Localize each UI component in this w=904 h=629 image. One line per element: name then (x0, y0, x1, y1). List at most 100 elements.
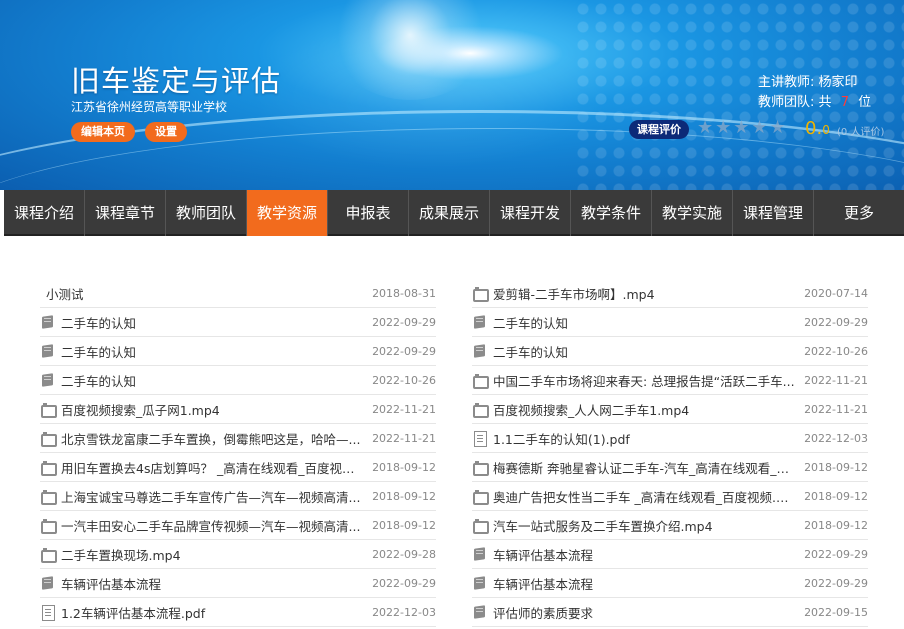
resource-row[interactable]: 一汽丰田安心二手车品牌宣传视频—汽车—视频高清... 2018-09-12 (40, 511, 436, 540)
resource-title[interactable]: 北京雪铁龙富康二手车置换，倒霉熊吧这是，哈哈—... (61, 429, 372, 448)
resource-row[interactable]: 汽车一站式服务及二手车置换介绍.mp4 2018-09-12 (472, 511, 868, 540)
resource-title[interactable]: 汽车一站式服务及二手车置换介绍.mp4 (493, 516, 804, 535)
resource-title[interactable]: 爱剪辑-二手车市场啊】.mp4 (493, 284, 804, 303)
video-camera-icon (472, 372, 489, 389)
resource-title[interactable]: 梅赛德斯 奔驰星睿认证二手车-汽车_高清在线观看_百... (493, 458, 804, 477)
resource-date: 2018-09-12 (372, 460, 436, 474)
resource-title[interactable]: 中国二手车市场将迎来春天: 总理报告提“活跃二手车... (493, 371, 804, 390)
course-rating-button[interactable]: 课程评价 (629, 120, 689, 139)
course-banner: 旧车鉴定与评估 江苏省徐州经贸高等职业学校 编辑本页 设置 主讲教师: 杨家印 … (0, 0, 904, 190)
book-icon (40, 314, 56, 330)
resource-title[interactable]: 车辆评估基本流程 (61, 574, 372, 593)
nav-achievements[interactable]: 成果展示 (409, 190, 490, 236)
resource-title[interactable]: 百度视频搜索_瓜子网1.mp4 (61, 400, 372, 419)
resource-row[interactable]: 二手车置换现场.mp4 2022-09-28 (40, 540, 436, 569)
video-camera-icon (40, 488, 57, 505)
resource-row[interactable]: 车辆评估基本流程 2022-09-29 (472, 540, 868, 569)
resource-row[interactable]: 用旧车置换去4s店划算吗？ _高清在线观看_百度视频... 2018-09-12 (40, 453, 436, 482)
resource-date: 2022-11-21 (804, 373, 868, 387)
nav-application-form[interactable]: 申报表 (328, 190, 409, 236)
teacher-team-line: 教师团队: 共 7 位 (758, 93, 871, 113)
nav-course-intro[interactable]: 课程介绍 (4, 190, 85, 236)
resource-row[interactable]: 二手车的认知 2022-09-29 (40, 337, 436, 366)
nav-course-chapters[interactable]: 课程章节 (85, 190, 166, 236)
rater-count: (0 人评价) (837, 127, 885, 138)
resource-row[interactable]: 百度视频搜索_瓜子网1.mp4 2022-11-21 (40, 395, 436, 424)
video-camera-icon (472, 285, 489, 302)
nav-course-development[interactable]: 课程开发 (490, 190, 571, 236)
resource-title[interactable]: 二手车的认知 (493, 342, 804, 361)
nav-teaching-implementation[interactable]: 教学实施 (652, 190, 733, 236)
resource-title[interactable]: 1.1二手车的认知(1).pdf (493, 429, 804, 448)
resource-title[interactable]: 1.2车辆评估基本流程.pdf (61, 603, 372, 622)
edit-page-button[interactable]: 编辑本页 (71, 122, 135, 142)
resource-row[interactable]: 上海宝诚宝马尊选二手车宣传广告—汽车—视频高清... 2018-09-12 (40, 482, 436, 511)
resource-row[interactable]: 百度视频搜索_人人网二手车1.mp4 2022-11-21 (472, 395, 868, 424)
lead-teacher-name[interactable]: 杨家印 (819, 75, 858, 90)
resource-row[interactable]: 二手车的认知 2022-09-29 (472, 308, 868, 337)
resource-date: 2018-09-12 (804, 489, 868, 503)
resource-date: 2020-07-14 (804, 286, 868, 300)
nav-teacher-team[interactable]: 教师团队 (166, 190, 247, 236)
resource-title[interactable]: 奥迪广告把女性当二手车 _高清在线观看_百度视频.mp4 (493, 487, 804, 506)
resource-row[interactable]: 1.2车辆评估基本流程.pdf 2022-12-03 (40, 598, 436, 627)
book-icon (40, 372, 56, 388)
book-icon (472, 604, 488, 620)
resource-date: 2022-09-29 (804, 576, 868, 590)
resource-title[interactable]: 二手车的认知 (61, 342, 372, 361)
resource-title[interactable]: 上海宝诚宝马尊选二手车宣传广告—汽车—视频高清... (61, 487, 372, 506)
resource-title[interactable]: 车辆评估基本流程 (493, 574, 804, 593)
resource-date: 2022-12-03 (804, 431, 868, 445)
nav-teaching-resources[interactable]: 教学资源 (247, 190, 328, 236)
settings-button[interactable]: 设置 (145, 122, 187, 142)
resource-row[interactable]: 小测试 2018-08-31 (40, 279, 436, 308)
resource-date: 2018-09-12 (804, 518, 868, 532)
resource-row[interactable]: 中国二手车市场将迎来春天: 总理报告提“活跃二手车... 2022-11-21 (472, 366, 868, 395)
resource-row[interactable]: 北京雪铁龙富康二手车置换，倒霉熊吧这是，哈哈—... 2022-11-21 (40, 424, 436, 453)
nav-teaching-conditions[interactable]: 教学条件 (571, 190, 652, 236)
book-icon (472, 343, 488, 359)
resource-title[interactable]: 一汽丰田安心二手车品牌宣传视频—汽车—视频高清... (61, 516, 372, 535)
book-icon (40, 575, 56, 591)
resource-date: 2022-09-29 (372, 315, 436, 329)
resource-title[interactable]: 二手车置换现场.mp4 (61, 545, 372, 564)
document-icon (40, 604, 56, 621)
resource-date: 2022-10-26 (372, 373, 436, 387)
resource-title[interactable]: 百度视频搜索_人人网二手车1.mp4 (493, 400, 804, 419)
book-icon (472, 546, 488, 562)
resource-date: 2022-09-29 (372, 576, 436, 590)
video-camera-icon (40, 459, 57, 476)
resource-title[interactable]: 二手车的认知 (493, 313, 804, 332)
video-camera-icon (40, 430, 57, 447)
rating-score-int: 0. (805, 118, 823, 139)
resource-row[interactable]: 奥迪广告把女性当二手车 _高清在线观看_百度视频.mp4 2018-09-12 (472, 482, 868, 511)
resource-title[interactable]: 二手车的认知 (61, 313, 372, 332)
resource-row[interactable]: 二手车的认知 2022-10-26 (472, 337, 868, 366)
resource-row[interactable]: 爱剪辑-二手车市场啊】.mp4 2020-07-14 (472, 279, 868, 308)
resource-row[interactable]: 车辆评估基本流程 2022-09-29 (40, 569, 436, 598)
resource-date: 2022-10-26 (804, 344, 868, 358)
nav-more[interactable]: 更多 (814, 190, 904, 236)
video-camera-icon (472, 488, 489, 505)
resource-list-right: 爱剪辑-二手车市场啊】.mp4 2020-07-14 二手车的认知 2022-09-2… (472, 279, 868, 627)
video-camera-icon (472, 401, 489, 418)
resource-title[interactable]: 评估师的素质要求 (493, 603, 804, 622)
nav-course-management[interactable]: 课程管理 (733, 190, 814, 236)
resource-date: 2022-09-15 (804, 605, 868, 619)
resource-title[interactable]: 车辆评估基本流程 (493, 545, 804, 564)
resource-row[interactable]: 梅赛德斯 奔驰星睿认证二手车-汽车_高清在线观看_百... 2018-09-12 (472, 453, 868, 482)
resource-row[interactable]: 1.1二手车的认知(1).pdf 2022-12-03 (472, 424, 868, 453)
resource-title[interactable]: 二手车的认知 (61, 371, 372, 390)
resource-title[interactable]: 用旧车置换去4s店划算吗？ _高清在线观看_百度视频... (61, 458, 372, 477)
resource-row[interactable]: 评估师的素质要求 2022-09-15 (472, 598, 868, 627)
resource-date: 2022-09-29 (372, 344, 436, 358)
resource-date: 2018-08-31 (372, 286, 436, 300)
resource-row[interactable]: 二手车的认知 2022-10-26 (40, 366, 436, 395)
resource-date: 2022-12-03 (372, 605, 436, 619)
main-nav: 课程介绍 课程章节 教师团队 教学资源 申报表 成果展示 课程开发 教学条件 教… (4, 190, 904, 236)
resource-row[interactable]: 二手车的认知 2022-09-29 (40, 308, 436, 337)
resource-list-left: 小测试 2018-08-31 二手车的认知 2022-09-29 二手车的认知 2022-… (40, 279, 436, 627)
resource-title[interactable]: 小测试 (40, 284, 372, 303)
resource-row[interactable]: 车辆评估基本流程 2022-09-29 (472, 569, 868, 598)
rating-stars[interactable]: ★★★★★ (697, 117, 788, 138)
